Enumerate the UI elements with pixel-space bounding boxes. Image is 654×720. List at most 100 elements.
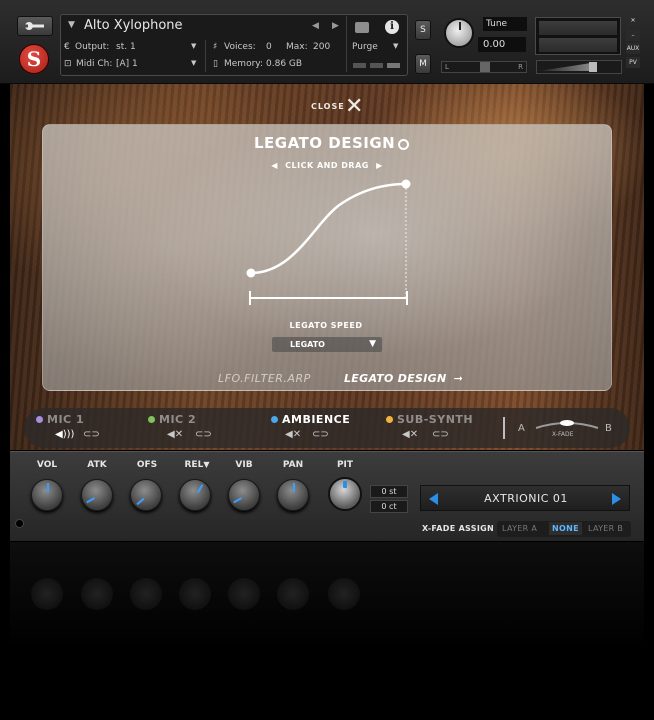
xfade-assign-selector: LAYER A NONE LAYER B xyxy=(497,521,631,537)
midi-dropdown-icon[interactable]: ▼ xyxy=(191,59,196,67)
camera-icon[interactable] xyxy=(355,22,369,33)
divider xyxy=(503,417,505,439)
legato-curve[interactable] xyxy=(250,182,407,275)
prev-instrument-icon[interactable]: ◀ xyxy=(312,21,319,31)
preset-prev-icon[interactable] xyxy=(429,493,438,505)
speaker-muted-icon[interactable]: ◀✕ xyxy=(402,429,418,440)
mic1-label[interactable]: MIC 1 xyxy=(47,413,84,426)
meter-right xyxy=(539,38,617,52)
mute-button[interactable]: M xyxy=(415,54,431,74)
aux-button[interactable]: AUX xyxy=(626,43,640,54)
minimize-icon[interactable]: – xyxy=(626,30,640,41)
vol-knob[interactable] xyxy=(31,479,63,511)
output-label: Output: xyxy=(75,42,110,52)
purge-dropdown-icon[interactable]: ▼ xyxy=(393,42,398,50)
tune-label: Tune xyxy=(483,17,527,31)
midi-label: Midi Ch: xyxy=(76,59,113,69)
memory-label: Memory: xyxy=(224,59,263,69)
screw-icon xyxy=(15,519,24,528)
rel-label[interactable]: REL▼ xyxy=(174,460,220,470)
wrench-button[interactable] xyxy=(17,16,53,36)
xfade-label: X-FADE xyxy=(552,431,574,438)
vol-label: VOL xyxy=(36,460,58,470)
tab-lfo-filter-arp[interactable]: LFO.FILTER.ARP xyxy=(218,372,311,385)
curve-start-handle[interactable] xyxy=(246,268,256,278)
xfade-assign-label: X-FADE ASSIGN xyxy=(422,524,494,533)
vib-knob-indicator xyxy=(233,497,243,504)
vib-knob[interactable] xyxy=(228,479,260,511)
pan-knob-indicator xyxy=(293,483,295,492)
subsynth-label[interactable]: SUB-SYNTH xyxy=(397,413,473,426)
close-icon: ✕ xyxy=(345,94,364,119)
max-voices-value[interactable]: 200 xyxy=(313,42,330,52)
divider xyxy=(205,40,206,72)
speaker-muted-icon[interactable]: ◀✕ xyxy=(167,429,183,440)
max-voices-label: Max: xyxy=(286,42,308,52)
tune-knob-indicator xyxy=(459,22,461,30)
xfade-option-none[interactable]: NONE xyxy=(549,522,582,535)
divider xyxy=(346,16,347,40)
output-dropdown-icon[interactable]: ▼ xyxy=(191,42,196,50)
tune-knob[interactable] xyxy=(444,18,474,48)
reflection-knob xyxy=(81,578,113,610)
legato-curve-editor[interactable] xyxy=(238,176,418,306)
volume-slider-handle[interactable] xyxy=(589,62,597,72)
tab-legato-design[interactable]: LEGATO DESIGN ➞ xyxy=(344,372,463,385)
output-value[interactable]: st. 1 xyxy=(116,42,136,52)
pitch-semitones[interactable]: 0 st xyxy=(370,485,408,498)
solo-button[interactable]: S xyxy=(415,20,431,40)
rel-knob[interactable] xyxy=(179,479,211,511)
link-icon[interactable]: ⊂⊃ xyxy=(83,429,100,440)
next-instrument-icon[interactable]: ▶ xyxy=(332,21,339,31)
wrench-icon xyxy=(24,22,44,30)
memory-icon: ▯ xyxy=(213,59,218,69)
speaker-muted-icon[interactable]: ◀✕ xyxy=(285,429,301,440)
curve-end-handle[interactable] xyxy=(401,179,411,189)
rel-knob-indicator xyxy=(197,484,204,494)
rel-label-text: REL xyxy=(184,460,204,470)
pan-knob[interactable] xyxy=(277,479,309,511)
collapse-arrow-icon[interactable]: ▼ xyxy=(68,20,75,30)
mic2-label[interactable]: MIC 2 xyxy=(159,413,196,426)
close-button[interactable]: CLOSE ✕ xyxy=(302,94,382,119)
tab-legato-design-label: LEGATO DESIGN xyxy=(344,372,447,385)
purge-button[interactable]: Purge xyxy=(352,42,378,52)
voices-value: 0 xyxy=(266,42,272,52)
pan-slider-handle[interactable] xyxy=(480,62,490,72)
pan-right-label: R xyxy=(518,63,523,71)
reflection-knob xyxy=(277,578,309,610)
level-meters xyxy=(535,17,621,55)
pv-button[interactable]: PV xyxy=(626,57,640,68)
pitch-knob-indicator xyxy=(343,481,347,488)
pit-label: PIT xyxy=(336,460,354,470)
pan-slider[interactable]: L R xyxy=(441,61,527,73)
legato-speed-select[interactable]: LEGATO ▼ xyxy=(272,337,382,352)
xfade-option-layer-b[interactable]: LAYER B xyxy=(588,524,623,533)
mic2-dot xyxy=(148,416,155,423)
close-instrument-icon[interactable]: ✕ xyxy=(626,15,640,26)
voices-label: Voices: xyxy=(224,42,256,52)
link-icon[interactable]: ⊂⊃ xyxy=(195,429,212,440)
speaker-on-icon[interactable]: ◀))) xyxy=(55,429,74,440)
ofs-knob[interactable] xyxy=(130,479,162,511)
link-icon[interactable]: ⊂⊃ xyxy=(432,429,449,440)
ambience-label[interactable]: AMBIENCE xyxy=(282,413,350,426)
preset-next-icon[interactable] xyxy=(612,493,621,505)
xfade-handle[interactable] xyxy=(560,420,574,426)
tune-value[interactable]: 0.00 xyxy=(478,37,526,52)
pitch-cents[interactable]: 0 ct xyxy=(370,500,408,513)
atk-knob[interactable] xyxy=(81,479,113,511)
memory-value: 0.86 GB xyxy=(266,59,303,69)
pitch-knob[interactable] xyxy=(328,477,362,511)
link-icon[interactable]: ⊂⊃ xyxy=(312,429,329,440)
info-icon[interactable]: i xyxy=(385,20,399,34)
midi-value[interactable]: [A] 1 xyxy=(116,59,138,69)
legato-speed-label: LEGATO SPEED xyxy=(289,321,363,330)
legato-toggle-icon[interactable] xyxy=(398,139,409,150)
xfade-option-layer-a[interactable]: LAYER A xyxy=(502,524,537,533)
instrument-name[interactable]: Alto Xylophone xyxy=(84,18,183,33)
ofs-label: OFS xyxy=(136,460,158,470)
reflection-knob xyxy=(179,578,211,610)
volume-slider[interactable] xyxy=(536,60,622,74)
preset-selector[interactable]: AXTRIONIC 01 xyxy=(420,485,630,511)
